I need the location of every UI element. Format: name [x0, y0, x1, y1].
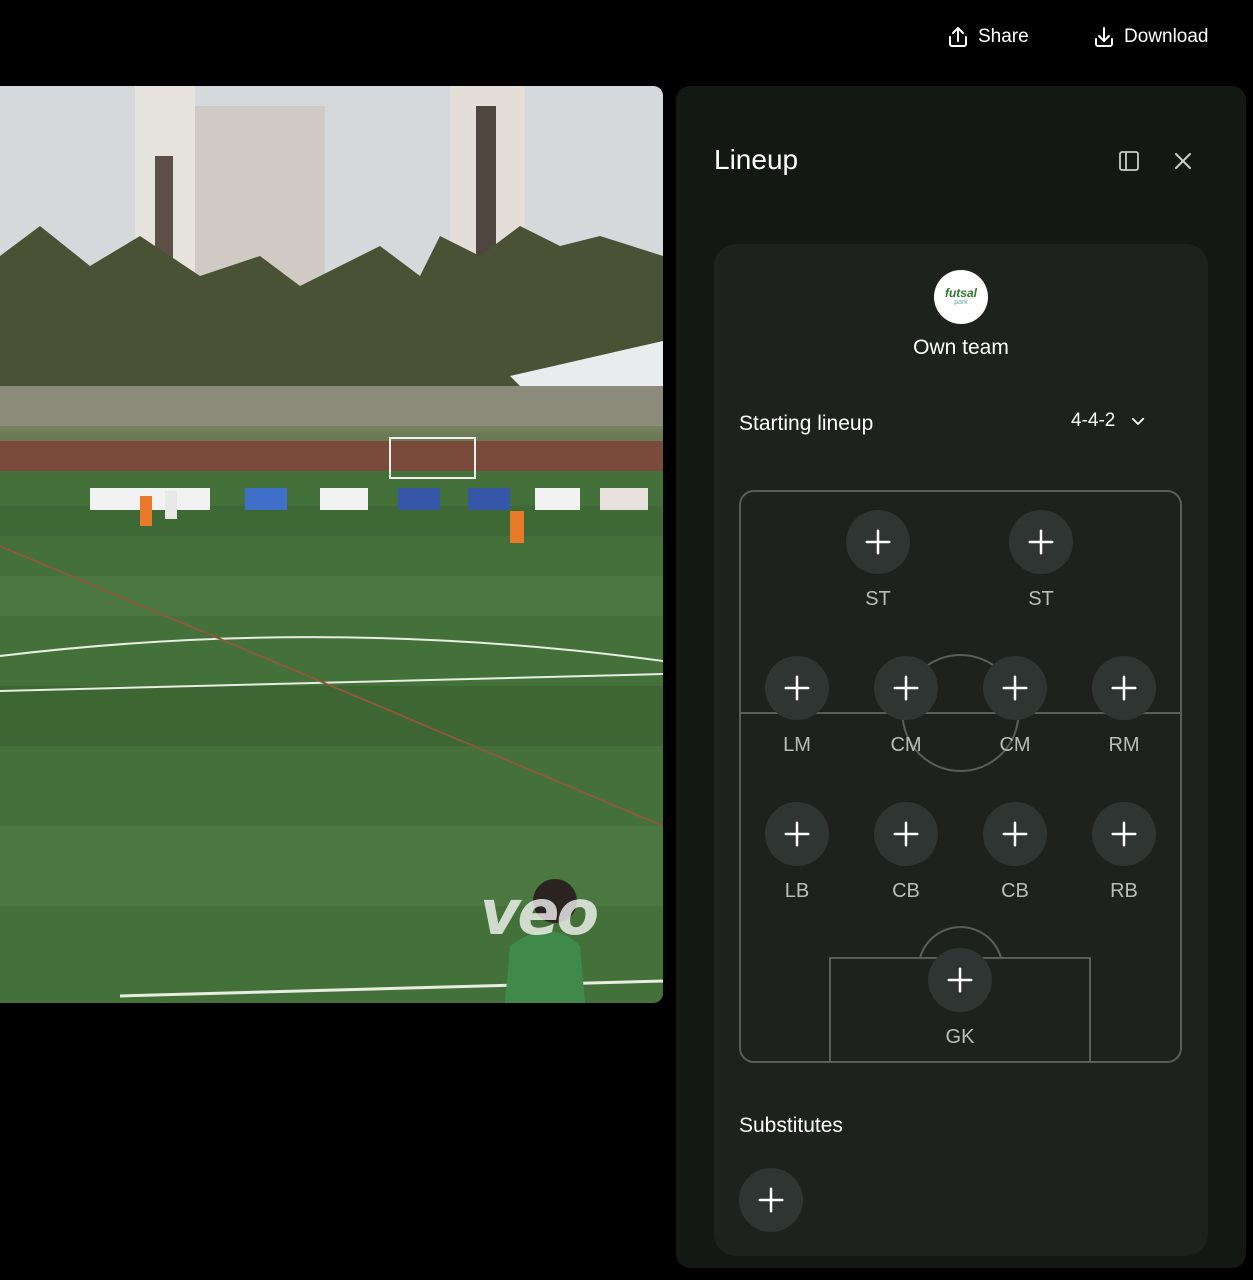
plus-icon: [893, 821, 919, 847]
position-gk: GK: [920, 948, 1000, 1049]
plus-icon: [1002, 821, 1028, 847]
add-player-cm-1-button[interactable]: [874, 656, 938, 720]
position-label: ST: [1028, 588, 1054, 610]
position-cm-2: CM: [975, 656, 1055, 757]
plus-icon: [865, 529, 891, 555]
add-player-rm-button[interactable]: [1092, 656, 1156, 720]
position-label: RM: [1108, 734, 1140, 756]
add-substitute-button[interactable]: [739, 1168, 803, 1232]
panel-title: Lineup: [714, 144, 799, 175]
add-player-cm-2-button[interactable]: [983, 656, 1047, 720]
add-player-gk-button[interactable]: [928, 948, 992, 1012]
starting-lineup-label: Starting lineup: [739, 412, 874, 435]
plus-icon: [893, 675, 919, 701]
pitch: ST ST LM CM CM RM LB CB CB RB GK: [739, 490, 1182, 1063]
sidebar-toggle-icon[interactable]: [1117, 149, 1141, 173]
download-icon: [1095, 27, 1113, 47]
position-label: CB: [1001, 880, 1029, 902]
add-player-st-1-button[interactable]: [846, 510, 910, 574]
position-label: RB: [1110, 880, 1138, 902]
lineup-panel: Lineup futsal park Own team Starting lin…: [676, 86, 1246, 1268]
position-st-2: ST: [1001, 510, 1081, 611]
add-player-lm-button[interactable]: [765, 656, 829, 720]
position-label: CM: [890, 734, 922, 756]
share-button[interactable]: Share: [946, 22, 1029, 52]
share-icon: [949, 27, 967, 47]
plus-icon: [784, 675, 810, 701]
add-player-cb-2-button[interactable]: [983, 802, 1047, 866]
position-label: CM: [999, 734, 1031, 756]
top-bar: Share Download: [0, 0, 1253, 72]
team-logo: futsal park: [934, 270, 988, 324]
close-icon[interactable]: [1171, 149, 1195, 173]
lineup-card: futsal park Own team Starting lineup 4-4…: [714, 244, 1208, 1256]
position-label: GK: [945, 1026, 975, 1048]
formation-select[interactable]: 4-4-2: [1071, 410, 1147, 432]
video-player[interactable]: veo: [0, 86, 663, 1003]
add-player-st-2-button[interactable]: [1009, 510, 1073, 574]
position-cm-1: CM: [866, 656, 946, 757]
add-player-lb-button[interactable]: [765, 802, 829, 866]
position-lb: LB: [757, 802, 837, 903]
position-label: CB: [892, 880, 920, 902]
veo-watermark: veo: [480, 876, 599, 949]
substitutes-label: Substitutes: [739, 1114, 843, 1137]
plus-icon: [1002, 675, 1028, 701]
add-player-cb-1-button[interactable]: [874, 802, 938, 866]
position-label: ST: [865, 588, 891, 610]
position-rb: RB: [1084, 802, 1164, 903]
position-label: LM: [783, 734, 811, 756]
chevron-down-icon: [1132, 417, 1145, 425]
position-rm: RM: [1084, 656, 1164, 757]
plus-icon: [1111, 821, 1137, 847]
download-label: Download: [1124, 26, 1209, 47]
video-frame-image: [0, 86, 663, 1003]
plus-icon: [1028, 529, 1054, 555]
position-label: LB: [784, 880, 810, 902]
position-st-1: ST: [838, 510, 918, 611]
plus-icon: [758, 1187, 784, 1213]
formation-value: 4-4-2: [1071, 410, 1116, 431]
team-name: Own team: [913, 336, 1009, 359]
plus-icon: [947, 967, 973, 993]
add-player-rb-button[interactable]: [1092, 802, 1156, 866]
plus-icon: [1111, 675, 1137, 701]
share-label: Share: [978, 26, 1029, 47]
position-lm: LM: [757, 656, 837, 757]
plus-icon: [784, 821, 810, 847]
team-logo-sub: park: [954, 299, 968, 306]
position-cb-1: CB: [866, 802, 946, 903]
position-cb-2: CB: [975, 802, 1055, 903]
download-button[interactable]: Download: [1092, 22, 1209, 52]
team-logo-text: futsal: [944, 286, 977, 300]
